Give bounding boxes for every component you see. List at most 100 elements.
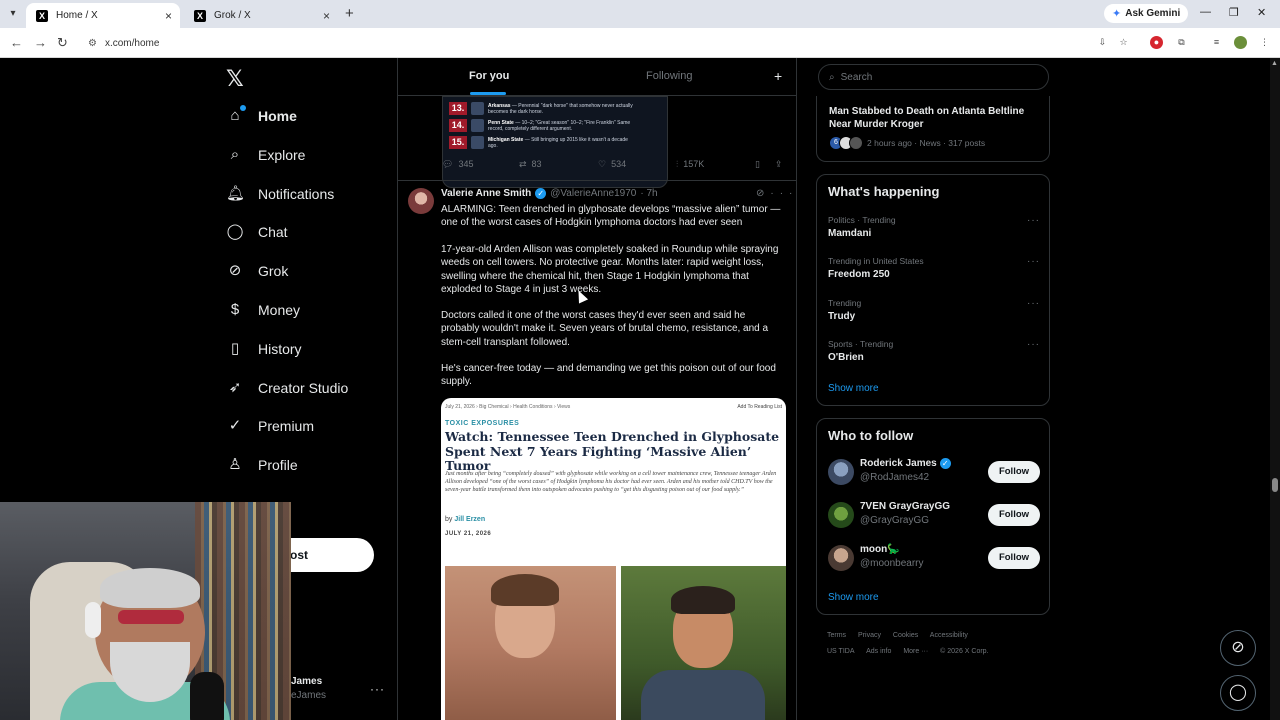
- avatar[interactable]: [828, 545, 854, 571]
- nav-creator-studio[interactable]: ➶ Creator Studio: [226, 375, 349, 401]
- follow-suggestion[interactable]: 7VEN GrayGrayGG @GrayGrayGG Follow: [828, 500, 1040, 530]
- nav-history[interactable]: ▯ History: [226, 336, 302, 362]
- tab-close-icon[interactable]: ×: [165, 9, 172, 23]
- nav-label: Premium: [258, 418, 315, 434]
- footer-link-us-tida[interactable]: US TIDA: [827, 648, 855, 655]
- nav-premium[interactable]: ✓ Premium: [226, 413, 314, 439]
- maximize-icon[interactable]: ❐: [1229, 6, 1239, 19]
- account-name[interactable]: James: [291, 676, 322, 687]
- nav-label: Explore: [258, 147, 306, 163]
- footer-link-ads-info[interactable]: Ads info: [866, 648, 891, 655]
- nav-profile[interactable]: ♙ Profile: [226, 452, 297, 478]
- more-icon[interactable]: ···: [1027, 215, 1040, 226]
- follow-button[interactable]: Follow: [988, 504, 1040, 526]
- nav-home[interactable]: ⌂ Home: [226, 103, 297, 129]
- more-icon[interactable]: ···: [1027, 256, 1040, 267]
- bookmark-icon[interactable]: ▯: [755, 159, 760, 170]
- avatar[interactable]: [828, 502, 854, 528]
- nav-notifications[interactable]: 🔔︎ Notifications: [226, 181, 334, 207]
- new-tab-icon[interactable]: +: [345, 5, 354, 22]
- ask-gemini-button[interactable]: ✦ Ask Gemini: [1104, 4, 1189, 23]
- trend-name: Trudy: [828, 311, 856, 322]
- browser-menu-icon[interactable]: ⋮: [1258, 36, 1271, 49]
- article-image[interactable]: July 21, 2026 › Big Chemical › Health Co…: [441, 398, 786, 720]
- back-icon[interactable]: ←: [10, 35, 23, 50]
- browser-tab-grok[interactable]: X Grok / X ×: [184, 3, 338, 28]
- trend-item[interactable]: Trending Trudy ···: [828, 298, 1040, 322]
- url-field[interactable]: ⚙ x.com/home: [80, 32, 1170, 54]
- reply-button[interactable]: 💬︎ 345: [442, 159, 473, 170]
- adblock-extension-icon[interactable]: ●: [1150, 36, 1163, 49]
- extensions-icon[interactable]: ⧉: [1175, 36, 1188, 49]
- person-hair: [100, 568, 200, 608]
- rankings-image[interactable]: 13. Arkansas — Perennial "dark horse" th…: [442, 96, 668, 188]
- footer-link-terms[interactable]: Terms: [827, 632, 846, 639]
- minimize-icon[interactable]: —: [1200, 6, 1211, 18]
- reading-list-icon[interactable]: ≡: [1210, 36, 1223, 49]
- footer-link-accessibility[interactable]: Accessibility: [930, 632, 968, 639]
- verified-badge-icon: ✓: [939, 458, 951, 469]
- like-button[interactable]: ♡ 534: [598, 159, 626, 170]
- account-more-icon[interactable]: ···: [370, 682, 385, 696]
- more-icon[interactable]: ···: [770, 188, 796, 199]
- scroll-up-icon[interactable]: ▲: [1271, 60, 1278, 67]
- repost-button[interactable]: ⇄ 83: [519, 159, 542, 170]
- right-sidebar: ⌕ Search Man Stabbed to Death on Atlanta…: [816, 58, 1050, 720]
- footer-link-privacy[interactable]: Privacy: [858, 632, 881, 639]
- footer-link-more[interactable]: More ···: [903, 648, 928, 655]
- post-button[interactable]: ost: [290, 538, 374, 572]
- more-icon[interactable]: ···: [1027, 339, 1040, 350]
- sidebar-footer: Terms Privacy Cookies Accessibility US T…: [827, 628, 1039, 660]
- search-input[interactable]: ⌕ Search: [818, 64, 1049, 90]
- page-scrollbar[interactable]: ▲: [1270, 58, 1280, 720]
- views-button[interactable]: ⫶ 157K: [676, 159, 704, 170]
- news-card[interactable]: Man Stabbed to Death on Atlanta Beltline…: [816, 96, 1050, 162]
- trend-item[interactable]: Politics · Trending Mamdani ···: [828, 215, 1040, 239]
- browser-tab-home[interactable]: X Home / X ×: [26, 3, 180, 28]
- show-more-link[interactable]: Show more: [828, 592, 879, 603]
- add-feed-icon[interactable]: +: [774, 68, 782, 84]
- avatar[interactable]: [828, 459, 854, 485]
- footer-link-cookies[interactable]: Cookies: [893, 632, 918, 639]
- x-logo-icon[interactable]: 𝕏: [226, 66, 244, 92]
- nav-label: Creator Studio: [258, 380, 349, 396]
- show-more-link[interactable]: Show more: [828, 383, 879, 394]
- forward-icon[interactable]: →: [34, 35, 47, 50]
- follow-suggestion[interactable]: moon🦕 @moonbearry Follow: [828, 543, 1040, 573]
- author-handle[interactable]: @ValerieAnne1970: [550, 188, 636, 199]
- close-window-icon[interactable]: ✕: [1257, 6, 1266, 19]
- follow-button[interactable]: Follow: [988, 461, 1040, 483]
- scrollbar-thumb[interactable]: [1272, 478, 1278, 492]
- more-icon[interactable]: ···: [1027, 298, 1040, 309]
- article-byline: by Jill Erzen: [445, 516, 485, 523]
- nav-chat[interactable]: ◯ Chat: [226, 219, 288, 245]
- nav-explore[interactable]: ⌕ Explore: [226, 142, 306, 168]
- follow-suggestion[interactable]: Roderick James ✓ @RodJames42 Follow: [828, 457, 1040, 487]
- grok-fab-icon[interactable]: ⊘: [1220, 630, 1256, 666]
- reply-count: 345: [458, 159, 474, 169]
- follow-handle: @moonbearry: [860, 558, 924, 569]
- tab-close-icon[interactable]: ×: [323, 9, 330, 23]
- bookmark-star-icon[interactable]: ☆: [1117, 36, 1130, 49]
- tab-for-you[interactable]: For you: [469, 70, 509, 82]
- avatar[interactable]: [408, 188, 434, 214]
- ranking-text: Penn State — 10–2; "Great season" 10–2; …: [488, 120, 638, 132]
- follow-button[interactable]: Follow: [988, 547, 1040, 569]
- share-icon[interactable]: ⇪: [775, 159, 783, 170]
- nav-money[interactable]: $ Money: [226, 297, 300, 323]
- reload-icon[interactable]: ↻: [57, 35, 68, 51]
- article-author: Jill Erzen: [454, 516, 486, 523]
- tweet-paragraph: He's cancer-free today — and demanding w…: [441, 363, 776, 388]
- chat-fab-icon[interactable]: ◯: [1220, 675, 1256, 711]
- trend-item[interactable]: Sports · Trending O'Brien ···: [828, 339, 1040, 363]
- tab-following[interactable]: Following: [646, 70, 692, 82]
- trend-item[interactable]: Trending in United States Freedom 250 ··…: [828, 256, 1040, 280]
- nav-grok[interactable]: ⊘ Grok: [226, 258, 289, 284]
- tab-search-chevron-icon[interactable]: ▾: [4, 5, 22, 23]
- tweet-time[interactable]: · 7h: [640, 188, 657, 199]
- install-app-icon[interactable]: ⇩: [1096, 36, 1109, 49]
- grok-icon[interactable]: ⊘: [756, 188, 770, 199]
- site-info-icon[interactable]: ⚙: [88, 38, 97, 49]
- profile-avatar[interactable]: [1234, 36, 1247, 49]
- author-name[interactable]: Valerie Anne Smith: [441, 188, 531, 199]
